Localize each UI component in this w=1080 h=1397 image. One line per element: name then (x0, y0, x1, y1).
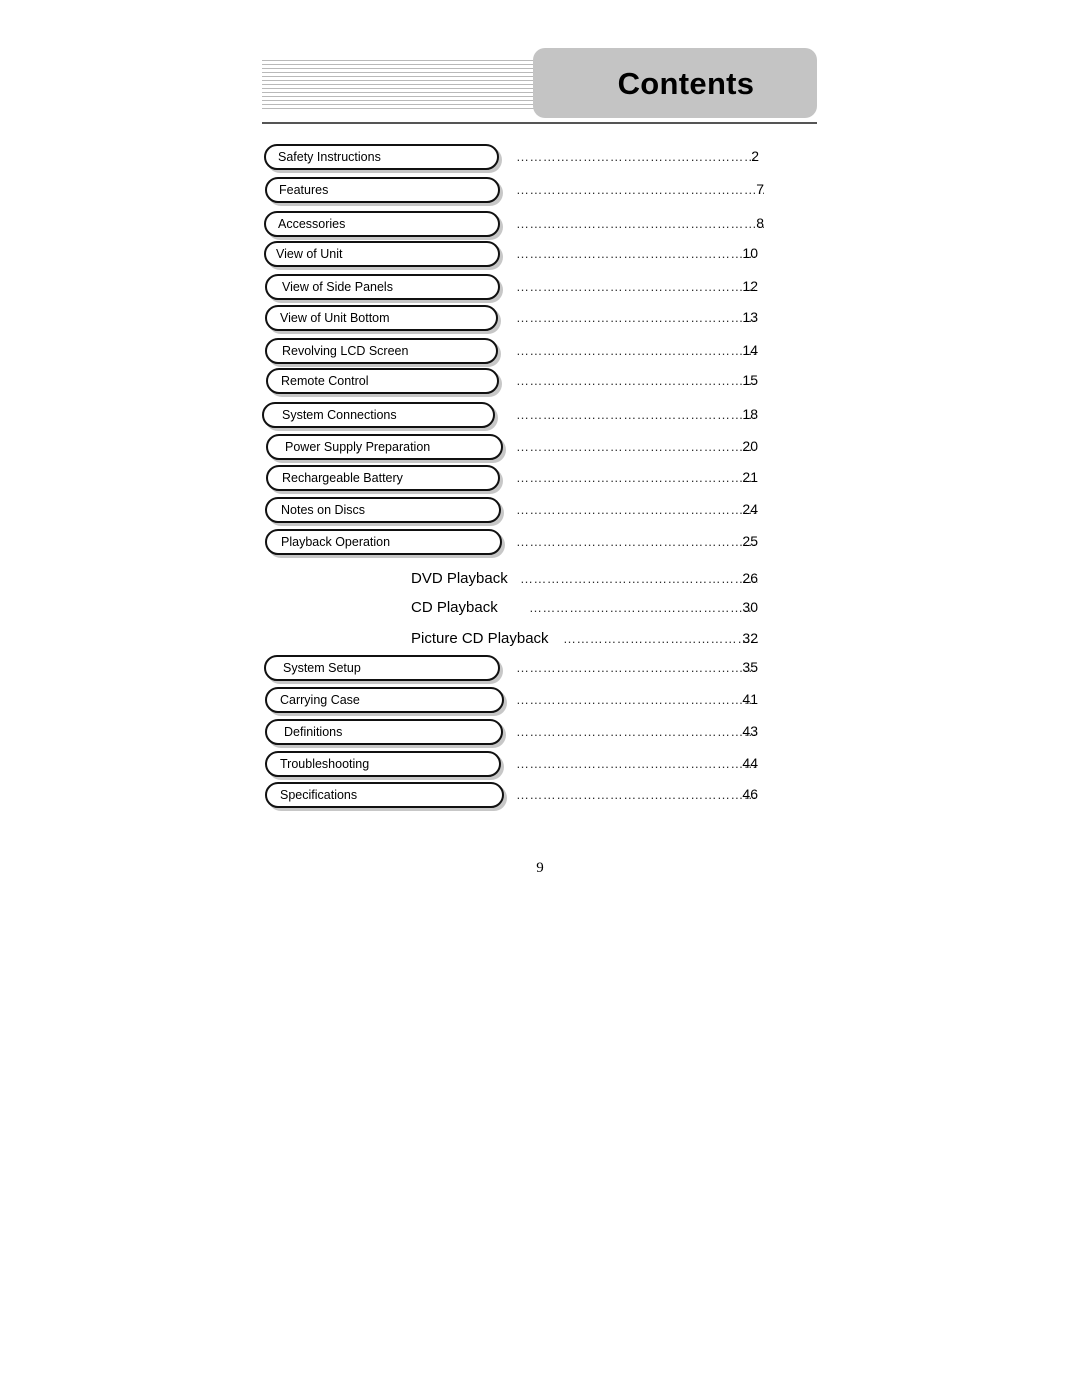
toc-entry-box[interactable]: Notes on Discs (265, 497, 501, 523)
toc-entry-box[interactable]: Safety Instructions (264, 144, 499, 170)
toc-entry-box[interactable]: Specifications (265, 782, 504, 808)
toc-subentry-label[interactable]: Picture CD Playback (411, 631, 549, 646)
toc-entry-box[interactable]: Features (265, 177, 500, 203)
toc-entry-box[interactable]: Definitions (265, 719, 503, 745)
toc-entry-page-number: 21 (742, 469, 758, 485)
header-decor-line (262, 68, 554, 69)
toc-entry-box[interactable]: Rechargeable Battery (266, 465, 500, 491)
toc-entry-box[interactable]: System Setup (264, 655, 500, 681)
toc-entry-page-number: 15 (742, 372, 758, 388)
header-decor-line (262, 88, 554, 89)
toc-entry-page-number: 46 (742, 786, 758, 802)
toc-entry-page-number: 12 (742, 278, 758, 294)
toc-entry-label: Safety Instructions (278, 149, 381, 164)
toc-entry-page-number: 20 (742, 438, 758, 454)
toc-entry-box[interactable]: View of Side Panels (265, 274, 500, 300)
toc-subentry-label[interactable]: DVD Playback (411, 571, 508, 586)
toc-entry-label: View of Unit (276, 246, 343, 261)
toc-entry-page-number: 14 (742, 342, 758, 358)
toc-entry-label: View of Unit Bottom (280, 310, 390, 325)
toc-entry-page-number: 43 (742, 723, 758, 739)
folio-page-number: 9 (536, 860, 544, 876)
toc-entry-label: Troubleshooting (280, 756, 370, 771)
toc-entry-page-number: 41 (742, 691, 758, 707)
toc-entry-page-number: 2 (751, 148, 759, 164)
toc-entry-label: System Connections (282, 407, 397, 422)
header-decor-line (262, 92, 554, 93)
header-divider (262, 122, 817, 124)
toc-entry-box[interactable]: View of Unit Bottom (265, 305, 498, 331)
toc-entry-label: Features (279, 182, 329, 197)
header-decor-line (262, 72, 554, 73)
header-decor-line (262, 100, 554, 101)
header-decor-line (262, 104, 554, 105)
toc-entry-label: Remote Control (281, 373, 369, 388)
toc-entry-page-number: 44 (742, 755, 758, 771)
toc-entry-label: Revolving LCD Screen (282, 343, 409, 358)
toc-entry-page-number: 32 (742, 630, 758, 646)
toc-entry-box[interactable]: Troubleshooting (265, 751, 501, 777)
contents-badge: Contents (533, 48, 817, 118)
toc-entry-box[interactable]: Accessories (264, 211, 500, 237)
toc-entry-page-number: 30 (742, 599, 758, 615)
toc-entry-page-number: 18 (742, 406, 758, 422)
toc-entry-label: View of Side Panels (282, 279, 393, 294)
toc-entry-page-number: 26 (742, 570, 758, 586)
toc-subentry-label[interactable]: CD Playback (411, 600, 498, 615)
toc-entry-box[interactable]: Power Supply Preparation (266, 434, 503, 460)
toc-entry-page-number: 24 (742, 501, 758, 517)
header-decor-line (262, 64, 554, 65)
header-decor-line (262, 60, 554, 61)
toc-entry-label: Notes on Discs (281, 502, 366, 517)
toc-entry-label: Playback Operation (281, 534, 391, 549)
toc-entry-page-number: 25 (742, 533, 758, 549)
toc-entry-page-number: 35 (742, 659, 758, 675)
toc-entry-page-number: 13 (742, 309, 758, 325)
toc-entry-label: Carrying Case (280, 692, 360, 707)
toc-entry-label: Power Supply Preparation (285, 439, 431, 454)
toc-entry-label: Specifications (280, 787, 358, 802)
header-decor-line (262, 76, 554, 77)
page-title: Contents (617, 65, 755, 101)
header-decor-line (262, 96, 554, 97)
toc-entry-page-number: 7 (756, 181, 764, 197)
header-decor-line (262, 108, 554, 109)
toc-entry-box[interactable]: Revolving LCD Screen (265, 338, 498, 364)
toc-entry-box[interactable]: View of Unit (264, 241, 500, 267)
toc-entry-box[interactable]: Remote Control (266, 368, 499, 394)
header-decorative-lines (262, 60, 554, 109)
toc-entry-label: Accessories (278, 216, 346, 231)
header-decor-line (262, 84, 554, 85)
page-header: Contents (0, 0, 1080, 130)
toc-entry-box[interactable]: System Connections (262, 402, 495, 428)
toc-entry-label: System Setup (283, 660, 361, 675)
header-decor-line (262, 80, 554, 81)
toc-entry-box[interactable]: Carrying Case (265, 687, 504, 713)
toc-entry-label: Definitions (284, 724, 343, 739)
toc-entry-label: Rechargeable Battery (282, 470, 403, 485)
toc-entry-page-number: 8 (756, 215, 764, 231)
toc-entry-page-number: 10 (742, 245, 758, 261)
toc-entry-box[interactable]: Playback Operation (265, 529, 502, 555)
